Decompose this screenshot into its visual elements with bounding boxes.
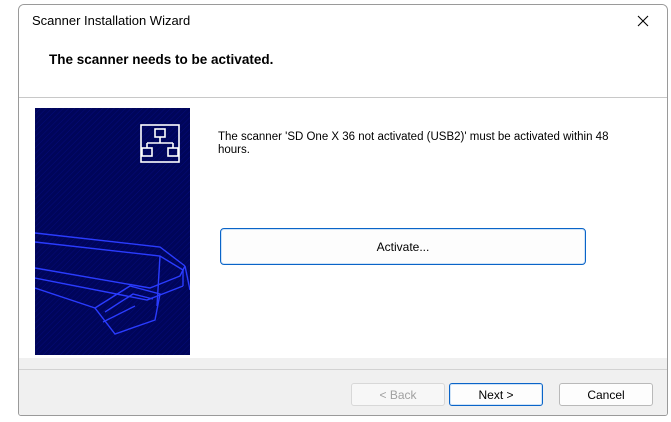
activation-message: The scanner 'SD One X 36 not activated (… bbox=[218, 131, 609, 156]
close-button[interactable] bbox=[623, 7, 663, 35]
scanner-side-image bbox=[35, 108, 190, 355]
wizard-header: The scanner needs to be activated. bbox=[19, 37, 667, 98]
title-bar[interactable]: Scanner Installation Wizard bbox=[19, 5, 667, 37]
next-button[interactable]: Next > bbox=[449, 383, 543, 406]
close-icon bbox=[637, 15, 649, 27]
cancel-button[interactable]: Cancel bbox=[559, 383, 653, 406]
wizard-content: The scanner 'SD One X 36 not activated (… bbox=[19, 98, 667, 358]
window-title: Scanner Installation Wizard bbox=[32, 13, 191, 28]
back-button[interactable]: < Back bbox=[351, 383, 445, 406]
activate-button[interactable]: Activate... bbox=[220, 228, 586, 265]
wizard-footer: < Back Next > Cancel bbox=[19, 369, 667, 415]
wizard-window: Scanner Installation Wizard The scanner … bbox=[18, 4, 668, 416]
page-title: The scanner needs to be activated. bbox=[49, 52, 274, 67]
scanner-illustration bbox=[35, 108, 190, 355]
